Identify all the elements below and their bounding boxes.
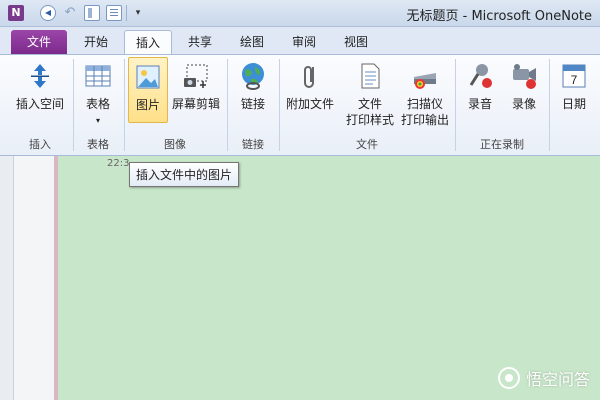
- tab-draw[interactable]: 绘图: [230, 30, 274, 54]
- table-icon: [85, 65, 111, 87]
- dock-to-desktop-icon[interactable]: [106, 5, 122, 21]
- group-label-insert: 插入: [29, 138, 51, 151]
- audio-icon: [469, 64, 492, 88]
- record-video-button[interactable]: 录像: [502, 57, 546, 123]
- group-separator: [549, 59, 550, 151]
- group-separator: [279, 59, 280, 151]
- record-video-label: 录像: [511, 97, 536, 111]
- table-dropdown-icon: ▾: [95, 116, 100, 125]
- scanner-icon: [414, 73, 436, 89]
- svg-text:7: 7: [571, 73, 578, 87]
- tab-share[interactable]: 共享: [178, 30, 222, 54]
- scanner-label-2: 打印输出: [400, 113, 449, 127]
- table-button[interactable]: 表格 ▾: [76, 57, 120, 125]
- page-canvas[interactable]: [0, 156, 600, 400]
- back-icon[interactable]: [40, 5, 56, 21]
- table-label: 表格: [85, 97, 110, 111]
- attach-file-button[interactable]: 附加文件: [282, 57, 338, 123]
- qat-separator: [126, 5, 127, 21]
- tab-insert[interactable]: 插入: [124, 30, 172, 55]
- undo-icon[interactable]: ↶: [62, 5, 78, 21]
- group-separator: [455, 59, 456, 151]
- page-margin-line: [54, 156, 58, 400]
- insert-space-icon: [31, 64, 49, 88]
- calendar-icon: 7: [562, 64, 586, 88]
- scanner-printout-button[interactable]: 扫描仪 打印输出: [398, 57, 452, 127]
- picture-icon: [136, 65, 160, 89]
- tab-view[interactable]: 视图: [334, 30, 378, 54]
- picture-label: 图片: [135, 98, 160, 112]
- insert-space-label: 插入空间: [15, 97, 64, 111]
- tab-home[interactable]: 开始: [74, 30, 118, 54]
- title-bar: N ↶ ▾ 无标题页 - Microsoft OneNote: [0, 0, 600, 27]
- attach-icon: [304, 66, 314, 88]
- tab-file[interactable]: 文件: [11, 30, 67, 54]
- attach-file-label: 附加文件: [285, 97, 334, 111]
- group-label-tables: 表格: [87, 138, 109, 151]
- record-audio-label: 录音: [467, 97, 492, 111]
- normal-view-icon[interactable]: [84, 5, 100, 21]
- date-button[interactable]: 7 日期: [552, 57, 596, 123]
- record-audio-button[interactable]: 录音: [458, 57, 502, 123]
- watermark-logo-icon: [497, 367, 520, 389]
- link-icon: [242, 63, 264, 90]
- customize-qat-icon[interactable]: ▾: [130, 5, 146, 21]
- screen-clipping-label: 屏幕剪辑: [171, 97, 220, 111]
- screen-clipping-button[interactable]: 屏幕剪辑: [170, 57, 222, 123]
- window-title: 无标题页 - Microsoft OneNote: [406, 9, 593, 24]
- date-label: 日期: [561, 97, 586, 111]
- insert-space-button[interactable]: 插入空间: [12, 57, 68, 123]
- watermark-text: 悟空问答: [525, 370, 590, 389]
- navigation-strip[interactable]: [0, 156, 14, 400]
- group-separator: [73, 59, 74, 151]
- file-printout-label-2: 打印样式: [345, 113, 394, 127]
- ribbon-insert-panel: 插入空间 插入 表格 ▾ 表格 图片 屏幕剪辑 图像 链接 链接 附加文件 文件…: [0, 54, 600, 156]
- group-label-files: 文件: [356, 138, 378, 151]
- group-separator: [124, 59, 125, 151]
- group-label-links: 链接: [242, 138, 264, 151]
- onenote-app-icon[interactable]: N: [8, 5, 24, 21]
- group-label-recording: 正在录制: [480, 138, 524, 151]
- link-label: 链接: [240, 97, 265, 111]
- scanner-label-1: 扫描仪: [406, 97, 443, 111]
- screen-clip-icon: [184, 64, 208, 88]
- group-label-images: 图像: [164, 138, 186, 151]
- page-timestamp: 22:3: [107, 158, 130, 169]
- picture-tooltip: 插入文件中的图片: [129, 162, 240, 187]
- group-separator: [227, 59, 228, 151]
- file-printout-icon: [361, 63, 380, 89]
- page-left-margin: [14, 156, 54, 400]
- file-printout-label-1: 文件: [357, 97, 382, 111]
- file-printout-button[interactable]: 文件 打印样式: [342, 57, 398, 127]
- tab-review[interactable]: 审阅: [282, 30, 326, 54]
- picture-button[interactable]: 图片: [128, 57, 168, 123]
- watermark: 悟空问答: [497, 366, 590, 390]
- video-icon: [513, 64, 536, 89]
- ribbon-tabs: 文件 开始 插入 共享 绘图 审阅 视图: [0, 27, 600, 55]
- link-button[interactable]: 链接: [232, 57, 274, 123]
